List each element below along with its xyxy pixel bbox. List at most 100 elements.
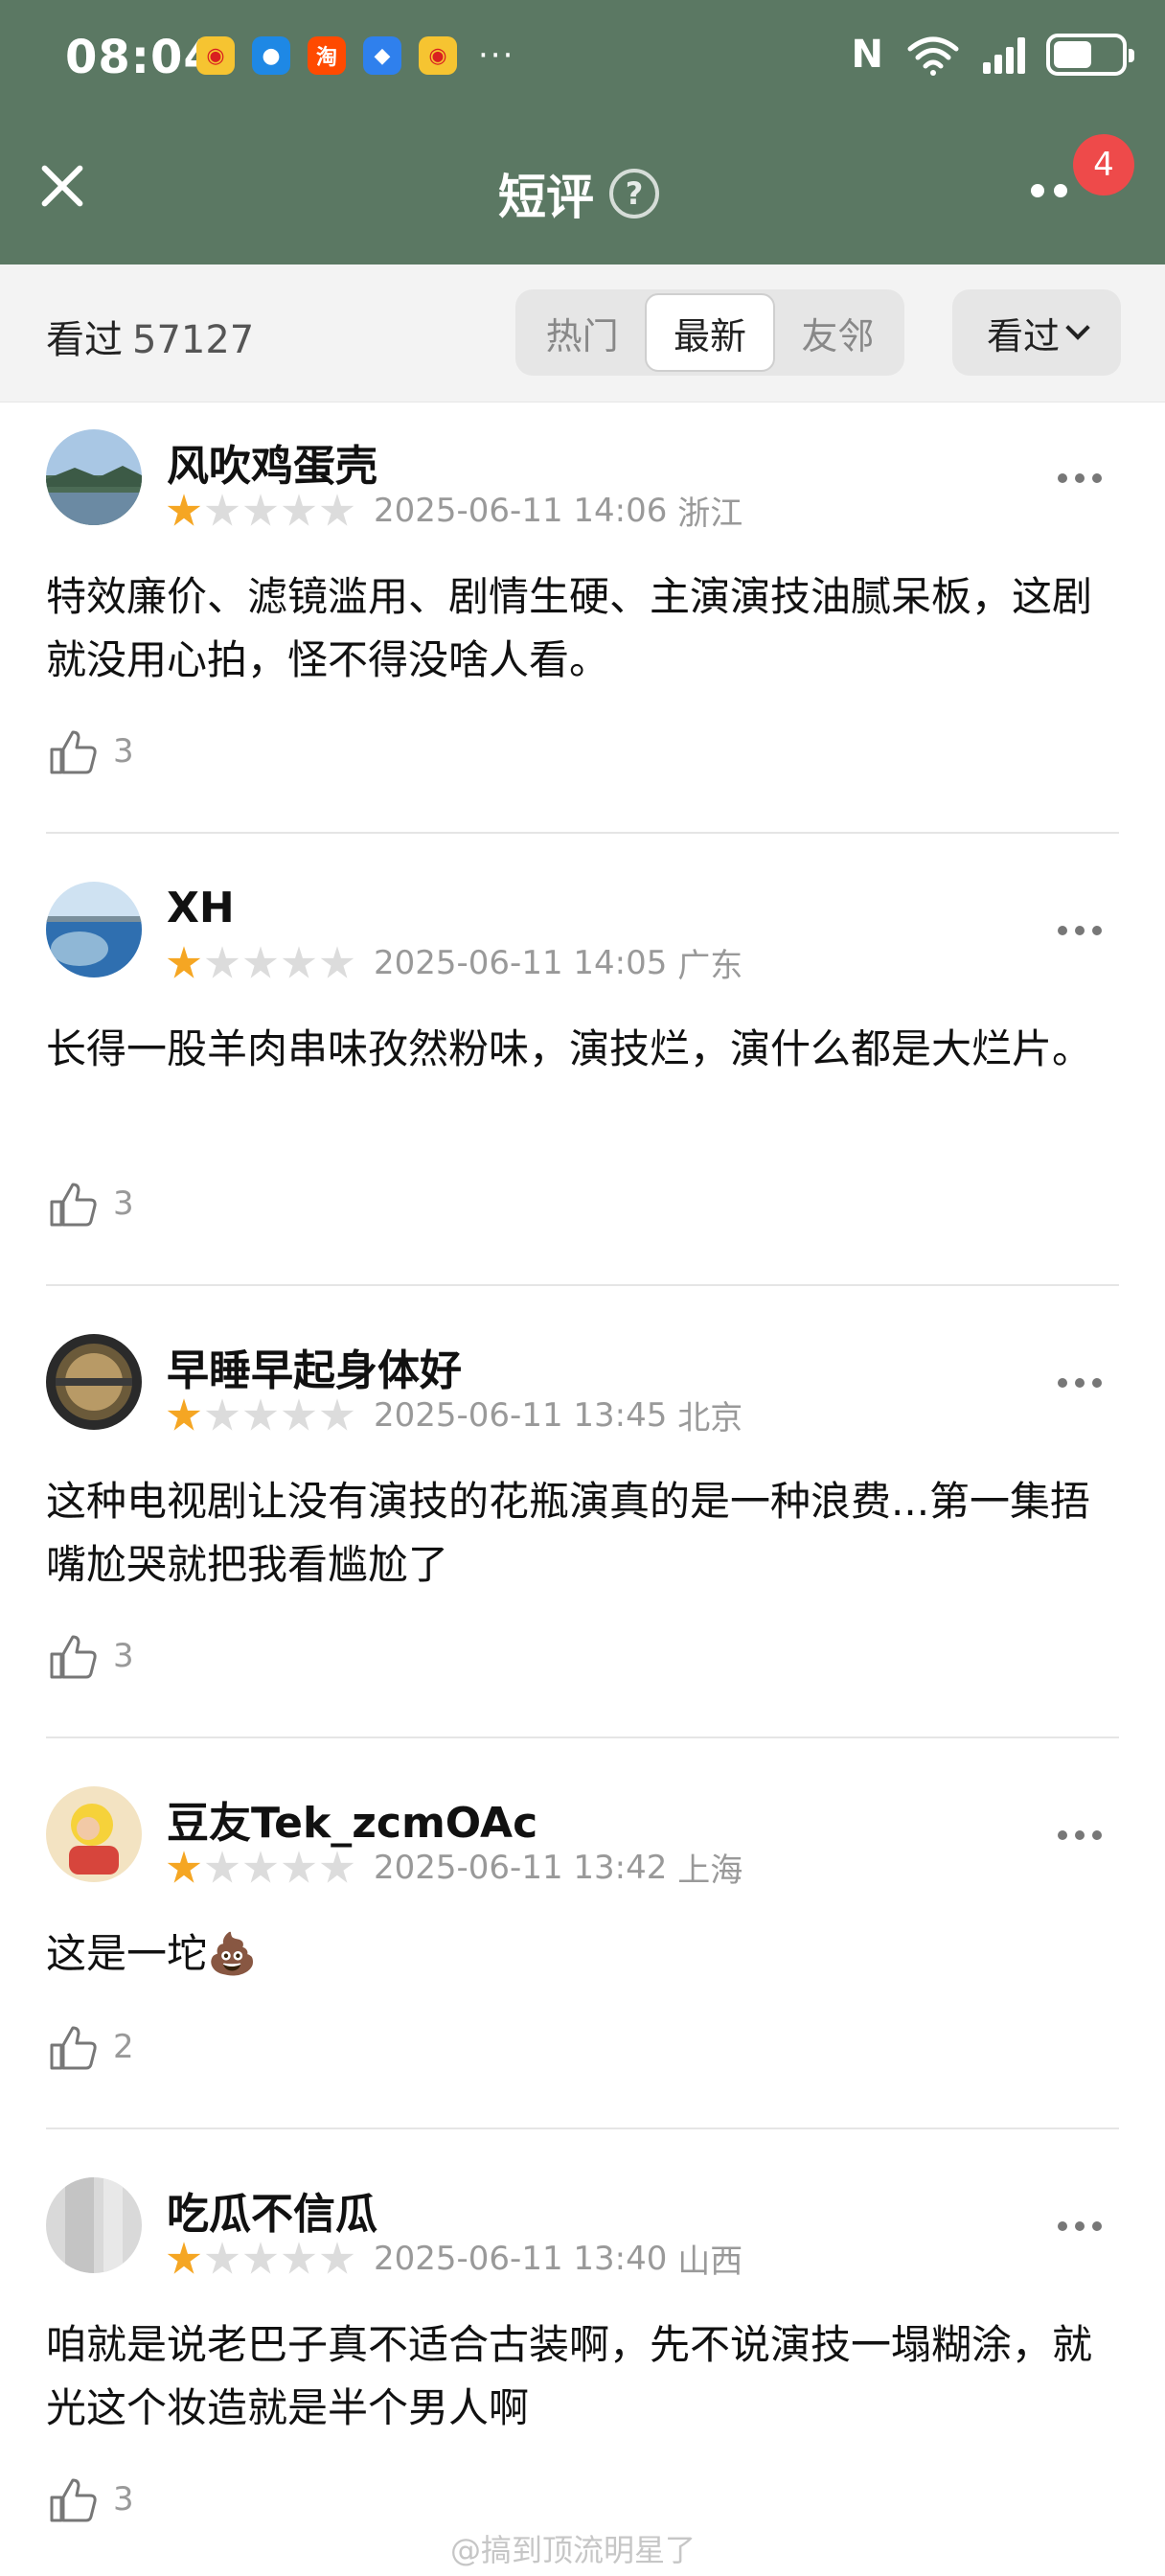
nav-header: 短评 ? 4 bbox=[0, 134, 1165, 249]
divider bbox=[46, 1736, 1119, 1738]
review-meta: 2025-06-11 14:06 浙江 bbox=[167, 487, 742, 534]
avatar[interactable] bbox=[46, 882, 142, 978]
help-icon[interactable]: ? bbox=[609, 169, 659, 218]
thumbs-up-icon bbox=[50, 1635, 97, 1679]
review-location: 北京 bbox=[677, 1399, 743, 1438]
more-options-icon[interactable] bbox=[1058, 2221, 1102, 2231]
review-time: 2025-06-11 14:06 bbox=[374, 491, 668, 530]
star-icon bbox=[205, 1851, 240, 1883]
star-icon bbox=[282, 1398, 316, 1431]
rating-stars bbox=[167, 946, 354, 980]
star-icon bbox=[167, 494, 201, 526]
review-text: 特效廉价、滤镜滥用、剧情生硬、主演演技油腻呆板，这剧就没用心拍，怪不得没啥人看。 bbox=[46, 573, 1093, 683]
username[interactable]: 早睡早起身体好 bbox=[167, 1336, 462, 1397]
like-button[interactable]: 2 bbox=[46, 2020, 134, 2074]
star-icon bbox=[167, 1851, 201, 1883]
star-icon bbox=[167, 946, 201, 978]
weibo-icon: ◉ bbox=[196, 36, 235, 75]
star-icon bbox=[282, 946, 316, 978]
divider bbox=[46, 1284, 1119, 1286]
tab-hot[interactable]: 热门 bbox=[519, 293, 645, 372]
star-icon bbox=[205, 494, 240, 526]
review-item: 风吹鸡蛋壳 2025-06-11 14:06 浙江 特效廉价、滤镜滥用、剧情生硬… bbox=[0, 402, 1165, 853]
star-icon bbox=[243, 2242, 278, 2274]
star-icon bbox=[282, 2242, 316, 2274]
more-options-icon[interactable] bbox=[1058, 473, 1102, 483]
star-icon bbox=[205, 2242, 240, 2274]
username[interactable]: XH bbox=[167, 884, 235, 932]
seen-number: 57127 bbox=[132, 318, 255, 362]
like-count: 3 bbox=[113, 2480, 134, 2518]
review-item: 早睡早起身体好 2025-06-11 13:45 北京 这种电视剧让没有演技的花… bbox=[0, 1307, 1165, 1758]
username[interactable]: 吃瓜不信瓜 bbox=[167, 2179, 377, 2241]
taobao-icon: 淘 bbox=[308, 36, 346, 75]
watermark: @搞到顶流明星了 bbox=[450, 2526, 696, 2570]
review-time: 2025-06-11 14:05 bbox=[374, 943, 668, 982]
thumbs-up-icon bbox=[50, 1183, 97, 1227]
avatar[interactable] bbox=[46, 1334, 142, 1430]
sort-tabs: 热门 最新 友邻 bbox=[515, 289, 904, 376]
more-notifications-icon: ··· bbox=[478, 36, 515, 75]
review-meta: 2025-06-11 13:45 北京 bbox=[167, 1392, 742, 1438]
status-bar: 08:04 ◉ ● 淘 ◆ ◉ ··· N bbox=[0, 0, 1165, 115]
more-options-icon[interactable] bbox=[1058, 926, 1102, 935]
status-filter-dropdown[interactable]: 看过 bbox=[952, 289, 1121, 376]
username[interactable]: 豆友Tek_zcmOAc bbox=[167, 1788, 537, 1850]
like-count: 3 bbox=[113, 1184, 134, 1223]
like-count: 3 bbox=[113, 732, 134, 770]
like-button[interactable]: 3 bbox=[46, 1629, 134, 1683]
seen-count: 看过 57127 bbox=[46, 309, 254, 364]
more-menu-button[interactable] bbox=[1031, 184, 1067, 197]
thumbs-up-icon bbox=[50, 2026, 97, 2070]
tab-latest[interactable]: 最新 bbox=[645, 293, 775, 372]
review-meta: 2025-06-11 13:40 山西 bbox=[167, 2235, 742, 2282]
chevron-down-icon bbox=[1065, 315, 1090, 340]
star-icon bbox=[282, 1851, 316, 1883]
review-location: 上海 bbox=[677, 1852, 743, 1890]
notification-icons: ◉ ● 淘 ◆ ◉ ··· bbox=[196, 36, 514, 75]
weibo-icon: ◉ bbox=[419, 36, 457, 75]
review-text: 咱就是说老巴子真不适合古装啊，先不说演技一塌糊涂，就光这个妆造就是半个男人啊 bbox=[46, 2321, 1093, 2431]
review-item: 吃瓜不信瓜 2025-06-11 13:40 山西 咱就是说老巴子真不适合古装啊… bbox=[0, 2150, 1165, 2576]
star-icon bbox=[320, 2242, 354, 2274]
review-meta: 2025-06-11 13:42 上海 bbox=[167, 1844, 742, 1891]
rating-stars bbox=[167, 1851, 354, 1885]
rating-stars bbox=[167, 1398, 354, 1433]
review-location: 浙江 bbox=[677, 494, 743, 533]
message-icon: ● bbox=[252, 36, 290, 75]
divider bbox=[46, 832, 1119, 834]
like-button[interactable]: 3 bbox=[46, 2472, 134, 2526]
rating-stars bbox=[167, 2242, 354, 2276]
wifi-icon bbox=[907, 36, 959, 76]
star-icon bbox=[243, 1851, 278, 1883]
battery-icon bbox=[1046, 34, 1134, 76]
review-location: 广东 bbox=[677, 947, 743, 985]
star-icon bbox=[320, 1398, 354, 1431]
tab-friends[interactable]: 友邻 bbox=[775, 293, 901, 372]
review-location: 山西 bbox=[677, 2242, 743, 2281]
seen-label: 看过 bbox=[46, 318, 123, 362]
nfc-icon: N bbox=[851, 33, 883, 77]
avatar[interactable] bbox=[46, 1786, 142, 1882]
status-filter-label: 看过 bbox=[986, 314, 1060, 357]
watermark-text: @搞到顶流明星了 bbox=[450, 2532, 697, 2568]
avatar[interactable] bbox=[46, 429, 142, 525]
star-icon bbox=[243, 946, 278, 978]
more-options-icon[interactable] bbox=[1058, 1378, 1102, 1388]
filter-bar: 看过 57127 热门 最新 友邻 看过 bbox=[0, 264, 1165, 402]
top-bar: 08:04 ◉ ● 淘 ◆ ◉ ··· N 短评 ? 4 bbox=[0, 0, 1165, 264]
rating-stars bbox=[167, 494, 354, 528]
like-button[interactable]: 3 bbox=[46, 724, 134, 778]
review-time: 2025-06-11 13:42 bbox=[374, 1848, 668, 1887]
review-text: 长得一股羊肉串味孜然粉味，演技烂，演什么都是大烂片。 bbox=[46, 1025, 1093, 1072]
like-button[interactable]: 3 bbox=[46, 1177, 134, 1230]
avatar[interactable] bbox=[46, 2177, 142, 2273]
review-time: 2025-06-11 13:45 bbox=[374, 1395, 668, 1435]
star-icon bbox=[320, 494, 354, 526]
review-time: 2025-06-11 13:40 bbox=[374, 2239, 668, 2278]
close-icon[interactable] bbox=[29, 151, 96, 218]
more-options-icon[interactable] bbox=[1058, 1830, 1102, 1840]
review-item: XH 2025-06-11 14:05 广东 长得一股羊肉串味孜然粉味，演技烂，… bbox=[0, 855, 1165, 1305]
title-group: 短评 ? bbox=[498, 159, 659, 228]
username[interactable]: 风吹鸡蛋壳 bbox=[167, 431, 377, 493]
